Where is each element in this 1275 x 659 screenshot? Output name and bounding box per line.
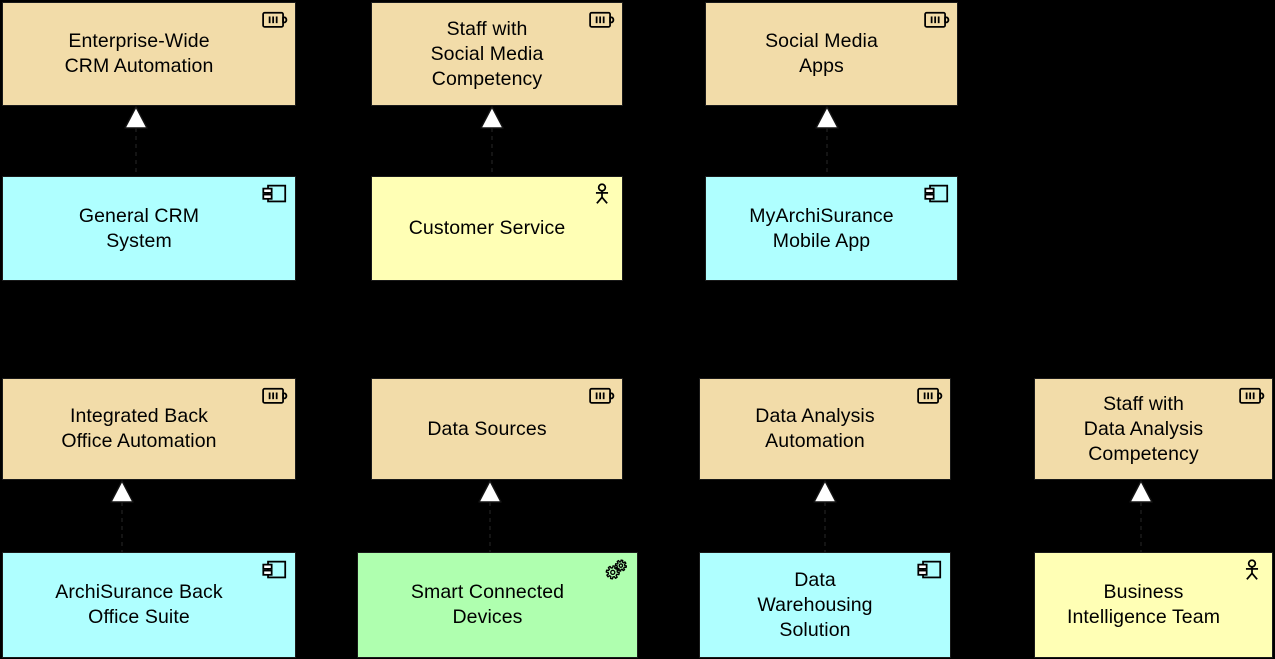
node-label: Data Sources [427, 417, 547, 440]
node-label: ArchiSurance Back Office Suite [55, 581, 223, 628]
equipment-icon [604, 559, 630, 581]
node-data-analysis-automation[interactable]: Data Analysis Automation [699, 378, 951, 480]
node-label: Enterprise-Wide CRM Automation [64, 30, 214, 77]
realization-relationship [123, 106, 149, 176]
node-staff-with-social-media-competency[interactable]: Staff with Social Media Competency [371, 2, 623, 106]
node-label: Social Media Apps [765, 30, 878, 77]
realization-relationship [812, 480, 838, 552]
resource-icon [924, 9, 950, 31]
node-enterprise-wide-crm-automation[interactable]: Enterprise-Wide CRM Automation [2, 2, 296, 106]
node-data-sources[interactable]: Data Sources [371, 378, 623, 480]
realization-relationship [477, 480, 503, 552]
node-customer-service[interactable]: Customer Service [371, 176, 623, 281]
node-label: Business Intelligence Team [1066, 581, 1221, 628]
resource-icon [917, 385, 943, 407]
resource-icon [589, 385, 615, 407]
realization-relationship [479, 106, 505, 176]
node-business-intelligence-team[interactable]: Business Intelligence Team [1034, 552, 1273, 658]
node-label: Integrated Back Office Automation [61, 405, 217, 452]
resource-icon [589, 9, 615, 31]
realization-relationship [109, 480, 135, 552]
node-social-media-apps[interactable]: Social Media Apps [705, 2, 958, 106]
node-label: MyArchiSurance Mobile App [749, 204, 894, 252]
realization-relationship [814, 106, 840, 176]
application-component-icon [917, 559, 943, 581]
node-label: Data Analysis Automation [755, 405, 875, 452]
node-general-crm-system[interactable]: General CRM System [2, 176, 296, 281]
application-component-icon [924, 183, 950, 205]
node-label: General CRM System [78, 204, 200, 252]
business-actor-icon [1239, 559, 1265, 581]
application-component-icon [262, 559, 288, 581]
application-component-icon [262, 183, 288, 205]
resource-icon [1239, 385, 1265, 407]
node-archisurance-back-office-suite[interactable]: ArchiSurance Back Office Suite [2, 552, 296, 658]
node-label: Staff with Social Media Competency [430, 17, 544, 90]
node-label: Data Warehousing Solution [757, 568, 873, 641]
resource-icon [262, 385, 288, 407]
resource-icon [262, 9, 288, 31]
node-smart-connected-devices[interactable]: Smart Connected Devices [357, 552, 638, 658]
node-label: Smart Connected Devices [410, 581, 565, 628]
node-label: Staff with Data Analysis Competency [1083, 392, 1204, 465]
node-label: Customer Service [408, 217, 566, 239]
node-myarchisurance-mobile-app[interactable]: MyArchiSurance Mobile App [705, 176, 958, 281]
node-integrated-back-office-automation[interactable]: Integrated Back Office Automation [2, 378, 296, 480]
node-staff-with-data-analysis-competency[interactable]: Staff with Data Analysis Competency [1034, 378, 1273, 480]
archimate-diagram-canvas: Enterprise-Wide CRM Automation Staff with… [0, 0, 1275, 659]
business-actor-icon [589, 183, 615, 205]
node-data-warehousing-solution[interactable]: Data Warehousing Solution [699, 552, 951, 658]
realization-relationship [1128, 480, 1154, 552]
